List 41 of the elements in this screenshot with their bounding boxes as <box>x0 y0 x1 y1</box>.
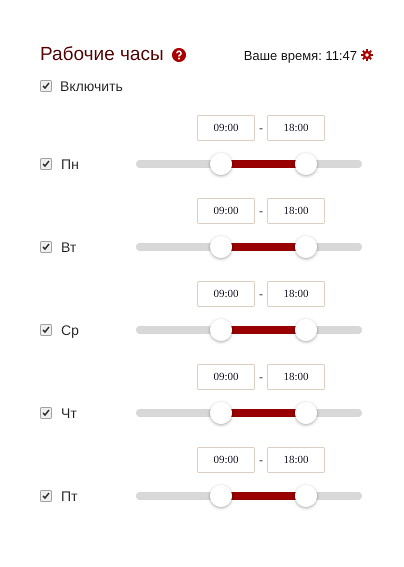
slider-thumb[interactable] <box>294 485 316 507</box>
end-time-field[interactable]: 18:00 <box>267 364 325 390</box>
day-label: Чт <box>61 405 77 421</box>
end-time-field[interactable]: 18:00 <box>267 198 325 224</box>
checkbox[interactable] <box>40 241 52 253</box>
gear-icon[interactable] <box>361 49 373 61</box>
day-label: Пт <box>61 488 78 504</box>
dash: - <box>259 287 263 301</box>
start-time-field[interactable]: 09:00 <box>197 447 255 473</box>
start-time-field[interactable]: 09:00 <box>197 115 255 141</box>
slider-thumb[interactable] <box>210 402 232 424</box>
dash: - <box>259 453 263 467</box>
slider-thumb[interactable] <box>294 402 316 424</box>
checkbox[interactable] <box>40 80 52 92</box>
help-icon[interactable] <box>172 48 186 62</box>
start-time-field[interactable]: 09:00 <box>197 364 255 390</box>
end-time-field[interactable]: 18:00 <box>267 447 325 473</box>
checkbox[interactable] <box>40 324 52 336</box>
slider-thumb[interactable] <box>210 153 232 175</box>
day-label: Вт <box>61 239 76 255</box>
dash: - <box>259 204 263 218</box>
slider-thumb[interactable] <box>210 236 232 258</box>
slider-thumb[interactable] <box>210 319 232 341</box>
slider-thumb[interactable] <box>210 485 232 507</box>
checkbox[interactable] <box>40 490 52 502</box>
day-label: Ср <box>61 322 79 338</box>
slider-thumb[interactable] <box>294 319 316 341</box>
start-time-field[interactable]: 09:00 <box>197 281 255 307</box>
day-label: Пн <box>61 156 79 172</box>
current-time: Ваше время: 11:47 <box>244 48 357 62</box>
section-title: Рабочие часы <box>40 44 164 66</box>
checkbox[interactable] <box>40 158 52 170</box>
enable-label: Включить <box>60 78 123 94</box>
start-time-field[interactable]: 09:00 <box>197 198 255 224</box>
checkbox[interactable] <box>40 407 52 419</box>
dash: - <box>259 121 263 135</box>
slider-thumb[interactable] <box>294 236 316 258</box>
dash: - <box>259 370 263 384</box>
end-time-field[interactable]: 18:00 <box>267 115 325 141</box>
end-time-field[interactable]: 18:00 <box>267 281 325 307</box>
slider-thumb[interactable] <box>294 153 316 175</box>
